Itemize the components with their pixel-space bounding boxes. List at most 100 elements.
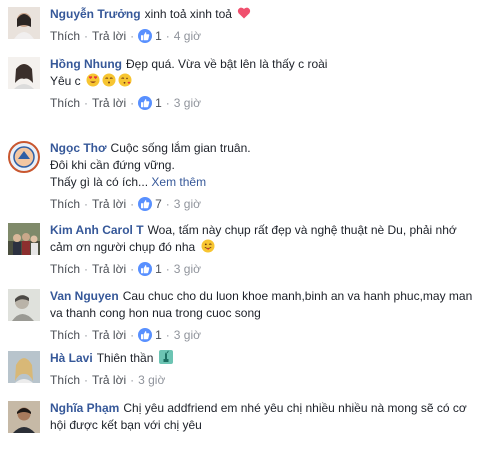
- reply-button[interactable]: Trả lời: [92, 28, 126, 44]
- thumbs-up-icon: [138, 29, 153, 43]
- comment: Van Nguyen Cau chuc cho du luon khoe manh…: [0, 282, 490, 344]
- comment: Nguyễn Trưởng xinh toả xinh toả Thích · T…: [0, 0, 490, 50]
- comment-actions: Thích · Trả lời · 3 giờ: [50, 372, 484, 388]
- reply-button[interactable]: Trả lời: [92, 327, 126, 343]
- like-button[interactable]: Thích: [50, 196, 80, 212]
- separator: ·: [165, 29, 170, 43]
- comment-line: Thiên thần: [96, 351, 154, 365]
- avatar[interactable]: [8, 7, 40, 39]
- separator: ·: [165, 197, 170, 211]
- comment-text: Hà Lavi Thiên thần: [50, 350, 484, 367]
- comment-line: xinh toả xinh toả: [144, 7, 232, 21]
- separator: ·: [130, 197, 135, 211]
- timestamp[interactable]: 3 giờ: [174, 261, 201, 277]
- comment-line: Woa, tấm này chụp rất đẹp và nghệ thuật …: [147, 223, 457, 237]
- comment-line: Yêu c: [50, 74, 81, 88]
- statue-of-liberty-icon: [158, 350, 173, 364]
- separator: ·: [84, 197, 89, 211]
- timestamp[interactable]: 3 giờ: [138, 372, 165, 388]
- timestamp[interactable]: 4 giờ: [174, 28, 201, 44]
- comment: Ngọc Thơ Cuộc sống lắm gian truân. Đôi kh…: [0, 134, 490, 216]
- separator: ·: [84, 373, 89, 387]
- comment-actions: Thích · Trả lời · 1 · 3 giờ: [50, 327, 484, 343]
- see-more-link[interactable]: Xem thêm: [151, 175, 206, 189]
- like-count[interactable]: 1: [138, 95, 162, 111]
- reply-button[interactable]: Trả lời: [92, 95, 126, 111]
- comment-text: Kim Anh Carol T Woa, tấm này chụp rất đẹp…: [50, 222, 484, 256]
- heart-icon: [237, 6, 251, 20]
- like-button[interactable]: Thích: [50, 372, 80, 388]
- comment-author[interactable]: Ngọc Thơ: [50, 141, 107, 155]
- separator: ·: [130, 328, 135, 342]
- like-button[interactable]: Thích: [50, 95, 80, 111]
- comment-line: va thanh cong hon nua trong cuoc song: [50, 306, 261, 320]
- comment: Kim Anh Carol T Woa, tấm này chụp rất đẹp…: [0, 216, 490, 282]
- timestamp[interactable]: 3 giờ: [174, 95, 201, 111]
- kissing-heart-icon: [118, 73, 132, 87]
- timestamp[interactable]: 3 giờ: [174, 327, 201, 343]
- comment-author[interactable]: Nguyễn Trưởng: [50, 7, 141, 21]
- thumbs-up-icon: [138, 262, 153, 276]
- comment-author[interactable]: Van Nguyen: [50, 289, 119, 303]
- avatar[interactable]: [8, 57, 40, 89]
- comment-author[interactable]: Kim Anh Carol T: [50, 223, 144, 237]
- thumbs-up-icon: [138, 197, 153, 211]
- comment-text: Ngọc Thơ Cuộc sống lắm gian truân. Đôi kh…: [50, 140, 484, 191]
- comment-line: Đôi khi cần đứng vững.: [50, 158, 175, 172]
- comment-text: Hồng Nhung Đẹp quá. Vừa về bật lên là thấ…: [50, 56, 484, 90]
- avatar[interactable]: [8, 351, 40, 383]
- heart-eyes-icon: [86, 73, 100, 87]
- separator: ·: [130, 262, 135, 276]
- comment-actions: Thích · Trả lời · 1 · 3 giờ: [50, 261, 484, 277]
- comment-line: hội được kết bạn với chị yêu: [50, 418, 202, 432]
- comment: Hà Lavi Thiên thần Thích · Trả lời · 3 gi…: [0, 344, 490, 394]
- like-count[interactable]: 1: [138, 28, 162, 44]
- separator: ·: [84, 29, 89, 43]
- comment: Hồng Nhung Đẹp quá. Vừa về bật lên là thấ…: [0, 50, 490, 134]
- comment-list: Nguyễn Trưởng xinh toả xinh toả Thích · T…: [0, 0, 490, 470]
- tongue-wink-icon: [201, 239, 215, 253]
- comment-line: Chị yêu addfriend em nhé yêu chị nhiều n…: [123, 401, 467, 415]
- separator: ·: [165, 96, 170, 110]
- avatar[interactable]: [8, 223, 40, 255]
- thumbs-up-icon: [138, 328, 153, 342]
- comment-line: Cuộc sống lắm gian truân.: [110, 141, 251, 155]
- separator: ·: [165, 262, 170, 276]
- separator: ·: [130, 373, 135, 387]
- comment-line: cảm ơn người chụp đó nha: [50, 240, 196, 254]
- separator: ·: [84, 328, 89, 342]
- separator: ·: [165, 328, 170, 342]
- like-count[interactable]: 7: [138, 196, 162, 212]
- like-count[interactable]: 1: [138, 327, 162, 343]
- timestamp[interactable]: 3 giờ: [174, 196, 201, 212]
- comment-line: Thấy gì là có ích...: [50, 175, 149, 189]
- avatar[interactable]: [8, 289, 40, 321]
- comment-text: Nghĩa Phạm Chị yêu addfriend em nhé yêu c…: [50, 400, 484, 434]
- comment-line: Cau chuc cho du luon khoe manh,binh an v…: [122, 289, 473, 303]
- comment-text: Van Nguyen Cau chuc cho du luon khoe manh…: [50, 288, 484, 322]
- reply-button[interactable]: Trả lời: [92, 196, 126, 212]
- reply-button[interactable]: Trả lời: [92, 372, 126, 388]
- comment-actions: Thích · Trả lời · 1 · 4 giờ: [50, 28, 484, 44]
- comment-author[interactable]: Hà Lavi: [50, 351, 93, 365]
- comment-actions: Thích · Trả lời · 7 · 3 giờ: [50, 196, 484, 212]
- like-button[interactable]: Thích: [50, 261, 80, 277]
- separator: ·: [130, 29, 135, 43]
- comment-author[interactable]: Hồng Nhung: [50, 57, 122, 71]
- avatar[interactable]: [8, 401, 40, 433]
- separator: ·: [84, 96, 89, 110]
- kissing-icon: [102, 73, 116, 87]
- comment-line: Đẹp quá. Vừa về bật lên là thấy c roài: [125, 57, 328, 71]
- thumbs-up-icon: [138, 96, 153, 110]
- comment-text: Nguyễn Trưởng xinh toả xinh toả: [50, 6, 484, 23]
- like-button[interactable]: Thích: [50, 327, 80, 343]
- avatar[interactable]: [8, 141, 40, 173]
- separator: ·: [84, 262, 89, 276]
- comment-author[interactable]: Nghĩa Phạm: [50, 401, 119, 415]
- comment-actions: Thích · Trả lời · 1 · 3 giờ: [50, 95, 484, 111]
- separator: ·: [130, 96, 135, 110]
- like-button[interactable]: Thích: [50, 28, 80, 44]
- like-count[interactable]: 1: [138, 261, 162, 277]
- reply-button[interactable]: Trả lời: [92, 261, 126, 277]
- comment: Nghĩa Phạm Chị yêu addfriend em nhé yêu c…: [0, 394, 490, 470]
